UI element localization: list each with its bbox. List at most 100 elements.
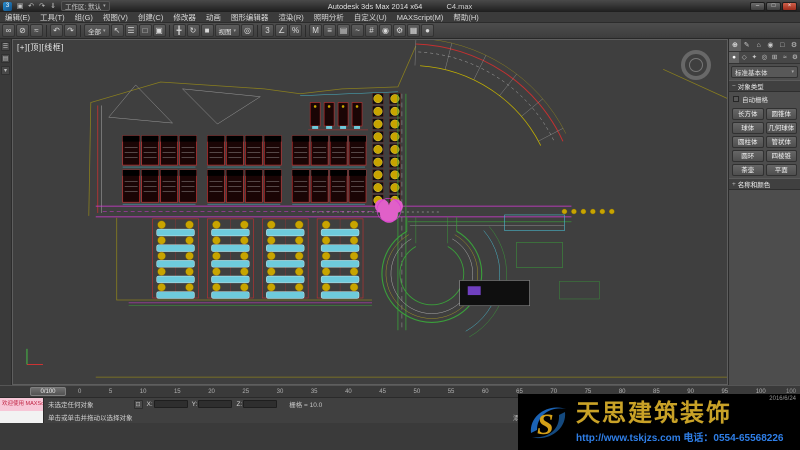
tab-motion[interactable]: ◉ (764, 39, 776, 51)
menu-item[interactable]: 动画 (201, 12, 226, 23)
category-systems[interactable]: ⚙ (790, 52, 800, 63)
menu-item[interactable]: 渲染(R) (273, 12, 308, 23)
object-type-button[interactable]: 几何球体 (766, 122, 798, 134)
rectangular-selection-region-icon[interactable]: □ (139, 24, 152, 37)
rendered-frame-icon[interactable]: ▦ (407, 24, 420, 37)
percent-snap-icon[interactable]: % (289, 24, 302, 37)
select-and-scale-icon[interactable]: ■ (201, 24, 214, 37)
snap-toggle-icon[interactable]: 3 (261, 24, 274, 37)
render-icon[interactable]: ● (421, 24, 434, 37)
category-lights[interactable]: ✦ (749, 52, 759, 63)
object-type-button[interactable]: 长方体 (732, 108, 764, 120)
time-slider-handle[interactable]: 0/100 (30, 387, 66, 396)
reference-coordinate-dropdown[interactable]: 视图▾ (215, 24, 241, 37)
timeline-tick: 45 (379, 389, 386, 395)
object-type-button[interactable]: 圆锥体 (766, 108, 798, 120)
schematic-view-icon[interactable]: # (365, 24, 378, 37)
listener-pink-row[interactable]: 欢迎使用 MAXScript (0, 398, 43, 411)
select-and-link-icon[interactable]: ∞ (2, 24, 15, 37)
category-shapes[interactable]: ◇ (739, 52, 749, 63)
selection-filter-dropdown[interactable]: 全部▾ (84, 24, 110, 37)
material-editor-icon[interactable]: ◉ (379, 24, 392, 37)
menu-item[interactable]: 视图(V) (98, 12, 133, 23)
redo-icon[interactable]: ↷ (37, 2, 47, 11)
tab-hierarchy[interactable]: ⌂ (753, 39, 765, 51)
menu-item[interactable]: 照明分析 (309, 12, 349, 23)
layer-explorer-icon[interactable]: ▤ (1, 54, 10, 63)
menu-item[interactable]: 帮助(H) (448, 12, 483, 23)
object-type-button[interactable]: 圆柱体 (732, 136, 764, 148)
listener-white-row[interactable] (0, 411, 43, 424)
select-and-move-icon[interactable]: ╋ (173, 24, 186, 37)
select-by-name-icon[interactable]: ☰ (125, 24, 138, 37)
mirror-icon[interactable]: M (309, 24, 322, 37)
object-type-button[interactable]: 平面 (766, 164, 798, 176)
save-icon[interactable]: ▣ (15, 2, 25, 11)
menu-item[interactable]: 自定义(U) (349, 12, 392, 23)
undo-icon[interactable]: ↶ (26, 2, 36, 11)
bind-to-spacewarp-icon[interactable]: ≈ (30, 24, 43, 37)
transform-lock-icon[interactable]: ⊡ (134, 400, 143, 409)
workspace-dropdown[interactable]: 工作区: 默认 ▾ (61, 1, 110, 11)
menu-item[interactable]: 组(G) (70, 12, 98, 23)
menu-bar: 编辑(E)工具(T)组(G)视图(V)创建(C)修改器动画图形编辑器渲染(R)照… (0, 12, 800, 23)
timeline-tick: 15 (174, 389, 181, 395)
use-pivot-center-icon[interactable]: ◎ (241, 24, 254, 37)
company-contact[interactable]: http://www.tskjzs.com 电话：0554-65568226 (576, 429, 784, 444)
object-type-rollout[interactable]: − 对象类型 (729, 80, 800, 92)
tab-create[interactable]: ⊕ (729, 39, 741, 51)
object-type-button[interactable]: 球体 (732, 122, 764, 134)
object-type-button[interactable]: 四棱锥 (766, 150, 798, 162)
name-color-rollout[interactable]: + 名称和颜色 (729, 178, 800, 190)
category-geometry[interactable]: ● (729, 52, 739, 63)
close-button[interactable]: × (782, 2, 797, 11)
menu-item[interactable]: MAXScript(M) (392, 12, 449, 23)
maxscript-mini-listener[interactable]: 欢迎使用 MAXScript (0, 398, 44, 423)
minimize-button[interactable]: – (750, 2, 765, 11)
unlink-selection-icon[interactable]: ⊘ (16, 24, 29, 37)
object-type-button[interactable]: 管状体 (766, 136, 798, 148)
window-crossing-icon[interactable]: ▣ (153, 24, 166, 37)
category-cameras[interactable]: ◎ (759, 52, 769, 63)
viewcube[interactable] (681, 50, 711, 80)
align-icon[interactable]: ≡ (323, 24, 336, 37)
menu-item[interactable]: 创建(C) (133, 12, 168, 23)
category-helpers[interactable]: ⊞ (770, 52, 780, 63)
object-type-button[interactable]: 圆环 (732, 150, 764, 162)
maximize-button[interactable]: □ (766, 2, 781, 11)
render-setup-icon[interactable]: ⚙ (393, 24, 406, 37)
y-coordinate-field[interactable] (198, 400, 232, 408)
object-type-button[interactable]: 茶壶 (732, 164, 764, 176)
fetch-icon[interactable]: ⇓ (48, 2, 58, 11)
z-coordinate-field[interactable] (243, 400, 277, 408)
undo-icon[interactable]: ↶ (50, 24, 63, 37)
category-spacewarps[interactable]: ≈ (780, 52, 790, 63)
viewport-canvas[interactable] (13, 40, 727, 384)
tab-modify[interactable]: ✎ (741, 39, 753, 51)
select-object-icon[interactable]: ↖ (111, 24, 124, 37)
watermark-text: 天思建筑装饰 http://www.tskjzs.com 电话：0554-655… (576, 401, 784, 444)
subcategory-dropdown[interactable]: 标准基本体▾ (731, 66, 798, 78)
viewport[interactable]: [+][顶][线框] (12, 39, 728, 385)
layer-manager-icon[interactable]: ▤ (337, 24, 350, 37)
toolbar-separator (305, 25, 306, 37)
scene-explorer-icon[interactable]: ☰ (1, 42, 10, 51)
tab-utilities[interactable]: ⚙ (788, 39, 800, 51)
left-toolbar: ☰ ▤ ▾ (0, 39, 12, 385)
viewport-label[interactable]: [+][顶][线框] (17, 42, 64, 53)
x-coordinate-field[interactable] (154, 400, 188, 408)
tab-display[interactable]: □ (776, 39, 788, 51)
redo-icon[interactable]: ↷ (64, 24, 77, 37)
curve-editor-icon[interactable]: ~ (351, 24, 364, 37)
ribbon-toggle-icon[interactable]: ▾ (1, 66, 10, 75)
menu-item[interactable]: 图形编辑器 (226, 12, 274, 23)
angle-snap-icon[interactable]: ∠ (275, 24, 288, 37)
select-and-rotate-icon[interactable]: ↻ (187, 24, 200, 37)
company-name: 天思建筑装饰 (576, 401, 784, 427)
y-label: Y: (192, 401, 198, 408)
app-logo-icon[interactable]: 3 (3, 2, 12, 11)
menu-item[interactable]: 编辑(E) (0, 12, 35, 23)
autogrid-checkbox[interactable] (733, 96, 739, 102)
menu-item[interactable]: 修改器 (168, 12, 201, 23)
menu-item[interactable]: 工具(T) (35, 12, 70, 23)
